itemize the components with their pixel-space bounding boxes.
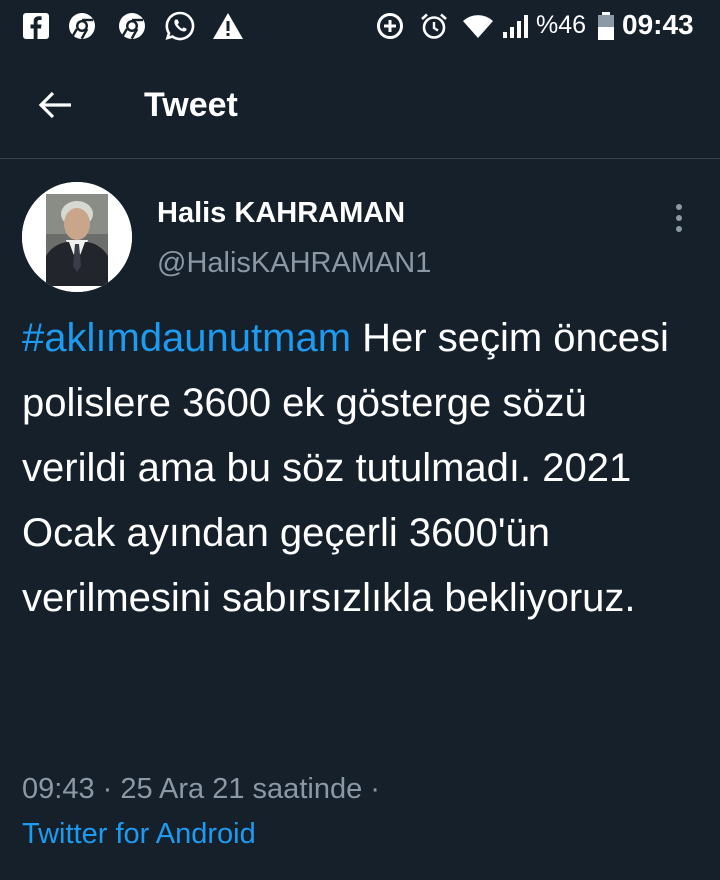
tweet-source-link[interactable]: Twitter for Android	[22, 815, 256, 853]
back-button[interactable]	[30, 82, 80, 128]
battery-icon	[590, 10, 622, 42]
tweet-timestamp: 09:43 · 25 Ara 21 saatinde ·	[22, 773, 380, 805]
battery-percent: %46	[536, 11, 587, 39]
page-title: Tweet	[144, 86, 238, 124]
avatar[interactable]	[22, 182, 132, 292]
wifi-icon	[462, 10, 494, 42]
status-bar: %46 09:43	[0, 0, 720, 52]
author-name[interactable]: Halis KAHRAMAN	[157, 195, 405, 231]
more-vertical-icon	[676, 204, 682, 232]
facebook-icon	[20, 10, 52, 42]
whatsapp-icon	[164, 10, 196, 42]
signal-icon	[500, 10, 532, 42]
chrome-icon	[66, 10, 98, 42]
clock: 09:43	[622, 9, 694, 40]
author-handle[interactable]: @HalisKAHRAMAN1	[157, 245, 431, 281]
app-header: Tweet	[0, 52, 720, 158]
more-options-button[interactable]	[664, 198, 694, 238]
tweet-text: #aklımdaunutmam Her seçim öncesi polisle…	[22, 306, 702, 631]
hashtag-link[interactable]: #aklımdaunutmam	[22, 316, 351, 360]
tweet-text-content: Her seçim öncesi polislere 3600 ek göste…	[22, 316, 669, 620]
header-divider	[0, 158, 720, 159]
alarm-icon	[418, 10, 450, 42]
chrome-icon	[116, 10, 148, 42]
arrow-left-icon	[38, 91, 71, 119]
data-saver-icon	[374, 10, 406, 42]
warning-icon	[212, 10, 244, 42]
